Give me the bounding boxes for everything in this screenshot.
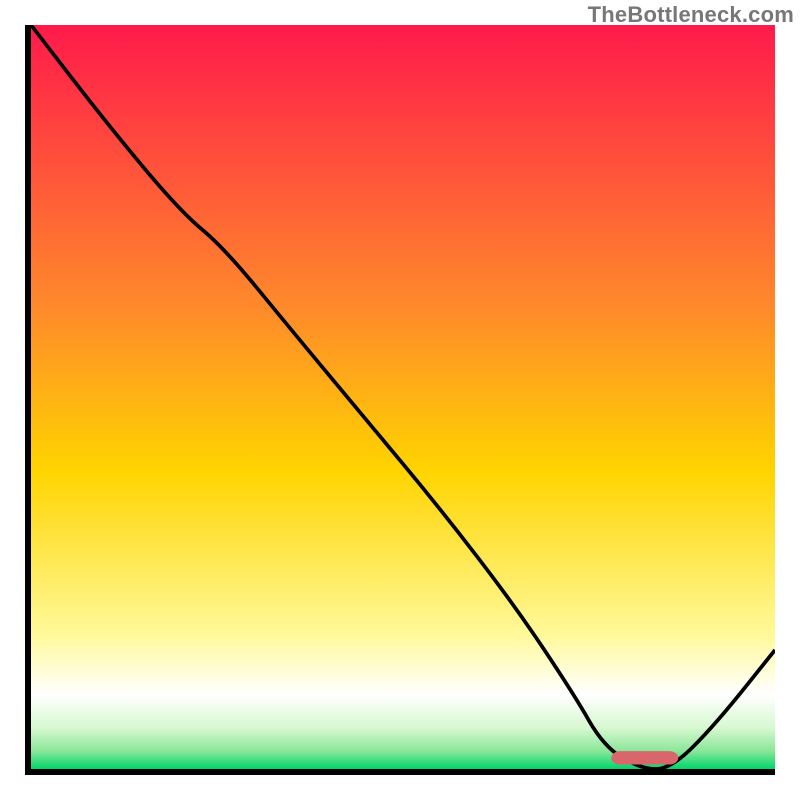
chart-svg xyxy=(31,25,775,769)
plot-frame xyxy=(25,25,775,775)
optimal-marker xyxy=(611,751,678,764)
plot-area xyxy=(31,25,775,769)
chart-container: TheBottleneck.com xyxy=(0,0,800,800)
gradient-background xyxy=(31,25,775,769)
